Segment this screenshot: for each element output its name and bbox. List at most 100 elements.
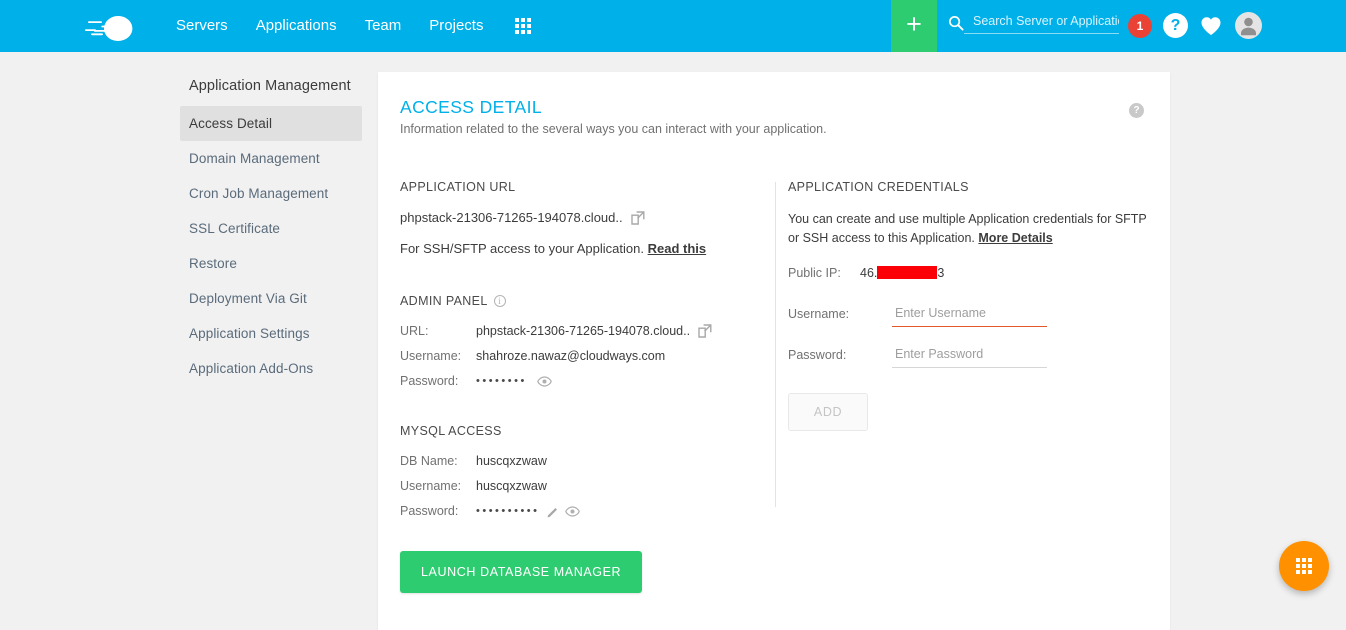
nav-link-team[interactable]: Team: [351, 0, 416, 52]
top-navigation-bar: Servers Applications Team Projects + 1 ?: [0, 0, 1346, 52]
right-column: APPLICATION CREDENTIALS You can create a…: [788, 180, 1158, 431]
add-credential-button[interactable]: ADD: [788, 392, 868, 431]
application-credentials-description: You can create and use multiple Applicat…: [788, 210, 1158, 249]
public-ip-value: 46. 3: [860, 266, 944, 280]
search-input[interactable]: [964, 12, 1119, 34]
sidebar-item-label: SSL Certificate: [189, 221, 281, 236]
sidebar-item-access-detail[interactable]: Access Detail: [180, 106, 362, 141]
pencil-icon[interactable]: [546, 505, 559, 518]
mysql-username-label: Username:: [400, 479, 462, 493]
admin-panel-url-value-wrap: phpstack-21306-71265-194078.cloud..: [476, 324, 712, 338]
credentials-password-row: Password:: [788, 342, 1158, 368]
primary-nav-links: Servers Applications Team Projects: [162, 0, 532, 52]
user-avatar-icon: [1241, 17, 1256, 36]
nav-link-projects[interactable]: Projects: [415, 0, 497, 52]
notification-badge[interactable]: 1: [1128, 14, 1152, 38]
mysql-access-heading: MYSQL ACCESS: [400, 424, 502, 438]
public-ip-row: Public IP: 46. 3: [788, 266, 1158, 280]
eye-icon[interactable]: [564, 505, 580, 517]
credentials-username-label: Username:: [788, 307, 850, 322]
card-help-icon[interactable]: ?: [1129, 103, 1144, 118]
sidebar-item-application-add-ons[interactable]: Application Add-Ons: [180, 351, 362, 386]
admin-panel-heading-label: ADMIN PANEL: [400, 294, 488, 308]
grid-apps-icon: [1296, 558, 1312, 574]
ssh-sftp-info: For SSH/SFTP access to your Application.…: [400, 241, 755, 256]
external-link-icon[interactable]: [698, 324, 712, 338]
mysql-password-masked: ••••••••••: [476, 505, 540, 517]
credentials-password-label: Password:: [788, 348, 847, 363]
read-this-link[interactable]: Read this: [648, 241, 707, 256]
mysql-password-row: Password: ••••••••••: [400, 504, 755, 518]
admin-panel-password-masked: ••••••••: [476, 375, 527, 387]
heart-icon[interactable]: [1200, 16, 1222, 41]
eye-icon[interactable]: [536, 375, 552, 387]
column-divider: [775, 182, 776, 507]
public-ip-suffix: 3: [937, 265, 945, 280]
public-ip-redaction-bar: [877, 266, 938, 280]
cloudways-logo[interactable]: [80, 0, 152, 52]
application-url-value[interactable]: phpstack-21306-71265-194078.cloud..: [400, 210, 623, 225]
floating-apps-button[interactable]: [1279, 541, 1329, 591]
plus-icon: +: [906, 9, 922, 39]
access-detail-card: ? ACCESS DETAIL Information related to t…: [378, 72, 1170, 630]
admin-panel-username-row: Username: shahroze.nawaz@cloudways.com: [400, 349, 755, 363]
credentials-password-input[interactable]: [892, 342, 1047, 368]
admin-panel-url-value[interactable]: phpstack-21306-71265-194078.cloud..: [476, 324, 690, 338]
launch-database-manager-button[interactable]: LAUNCH DATABASE MANAGER: [400, 551, 643, 593]
application-credentials-heading: APPLICATION CREDENTIALS: [788, 180, 969, 194]
sidebar-item-label: Cron Job Management: [189, 186, 329, 201]
external-link-icon[interactable]: [630, 210, 645, 225]
cloudways-cloud-logo: [85, 16, 133, 41]
credentials-username-input[interactable]: [892, 301, 1047, 327]
admin-panel-username-label: Username:: [400, 349, 462, 363]
page-subtitle: Information related to the several ways …: [400, 122, 827, 136]
sidebar-item-application-settings[interactable]: Application Settings: [180, 316, 362, 351]
left-column: APPLICATION URL phpstack-21306-71265-194…: [400, 180, 755, 593]
admin-panel-url-row: URL: phpstack-21306-71265-194078.cloud..: [400, 324, 755, 338]
admin-panel-password-row: Password: ••••••••: [400, 374, 755, 388]
sidebar-item-label: Restore: [189, 256, 237, 271]
application-url-row: phpstack-21306-71265-194078.cloud..: [400, 210, 755, 225]
sidebar-title: Application Management: [189, 78, 351, 94]
search-icon[interactable]: [948, 15, 964, 31]
sidebar-item-label: Deployment Via Git: [189, 291, 307, 306]
mysql-dbname-row: DB Name: huscqxzwaw: [400, 454, 755, 468]
sidebar-item-label: Application Add-Ons: [189, 361, 314, 376]
admin-panel-password-label: Password:: [400, 374, 459, 388]
admin-panel-heading: ADMIN PANEL i: [400, 294, 755, 308]
page-title: ACCESS DETAIL: [400, 97, 542, 117]
mysql-username-value: huscqxzwaw: [476, 479, 547, 493]
sidebar-item-label: Application Settings: [189, 326, 310, 341]
credentials-description-text: You can create and use multiple Applicat…: [788, 212, 1147, 246]
grid-apps-icon[interactable]: [515, 18, 532, 34]
public-ip-prefix: 46.: [860, 265, 878, 280]
admin-panel-username-value: shahroze.nawaz@cloudways.com: [476, 349, 666, 363]
mysql-username-row: Username: huscqxzwaw: [400, 479, 755, 493]
credentials-username-row: Username:: [788, 301, 1158, 327]
application-url-heading: APPLICATION URL: [400, 180, 516, 194]
sidebar-item-deployment-via-git[interactable]: Deployment Via Git: [180, 281, 362, 316]
add-new-button[interactable]: +: [891, 0, 937, 52]
info-icon[interactable]: i: [493, 295, 506, 307]
application-management-sidebar: Application Management Access Detail Dom…: [180, 78, 362, 386]
mysql-password-label: Password:: [400, 504, 459, 518]
page-body: Application Management Access Detail Dom…: [0, 52, 1346, 630]
search-area: [948, 12, 1128, 34]
sidebar-item-restore[interactable]: Restore: [180, 246, 362, 281]
public-ip-label: Public IP:: [788, 265, 841, 280]
mysql-dbname-value: huscqxzwaw: [476, 454, 547, 468]
more-details-link[interactable]: More Details: [978, 231, 1052, 245]
sidebar-item-cron-job-management[interactable]: Cron Job Management: [180, 176, 362, 211]
sidebar-item-domain-management[interactable]: Domain Management: [180, 141, 362, 176]
sidebar-item-label: Access Detail: [189, 116, 273, 131]
ssh-sftp-text: For SSH/SFTP access to your Application.: [400, 241, 644, 256]
sidebar-item-ssl-certificate[interactable]: SSL Certificate: [180, 211, 362, 246]
nav-link-servers[interactable]: Servers: [162, 0, 242, 52]
help-button[interactable]: ?: [1163, 13, 1188, 38]
mysql-password-value-wrap: ••••••••••: [476, 505, 580, 518]
mysql-dbname-label: DB Name:: [400, 454, 458, 468]
user-avatar[interactable]: [1235, 12, 1262, 39]
admin-panel-password-value-wrap: ••••••••: [476, 375, 552, 387]
sidebar-item-label: Domain Management: [189, 151, 320, 166]
nav-link-applications[interactable]: Applications: [242, 0, 351, 52]
